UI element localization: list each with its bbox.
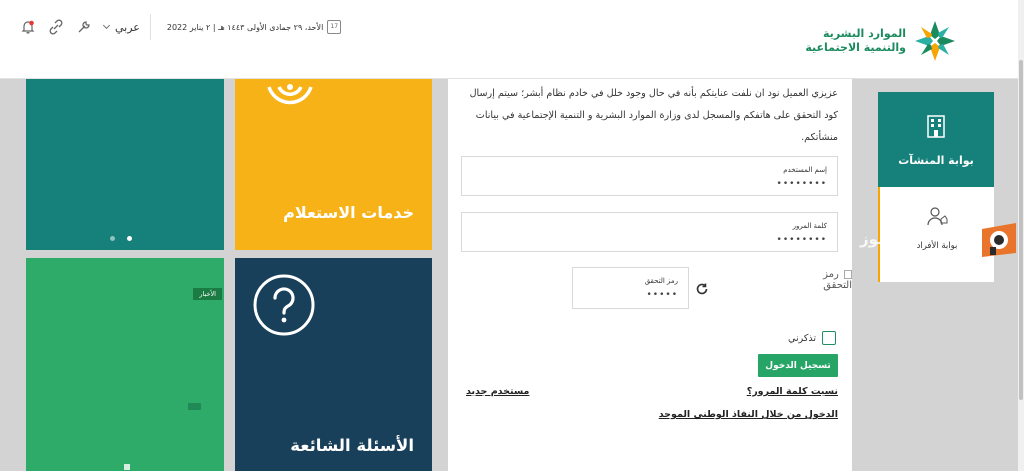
forgot-password-link[interactable]: نسيت كلمة المرور؟ (747, 386, 838, 397)
ministry-name-line1: الموارد البشرية (823, 27, 906, 40)
slider-dot-active[interactable] (127, 236, 132, 241)
remember-me[interactable]: تذكرني (788, 331, 836, 345)
inquiry-services-tile[interactable]: خدمات الاستعلام (235, 79, 432, 250)
notice-text: عزيزي العميل نود ان نلفت عنايتكم بأنه في… (469, 88, 838, 143)
username-field[interactable]: إسم المستخدم •••••••• (461, 156, 838, 196)
broadcast-icon (267, 84, 313, 105)
national-access-link[interactable]: الدخول من خلال النفاذ الوطني الموحد (659, 409, 838, 420)
building-icon (927, 115, 945, 138)
ministry-logo[interactable]: الموارد البشرية والتنمية الاجتماعية (805, 18, 958, 64)
chevron-down-icon (102, 21, 111, 30)
password-label: كلمة المرور (792, 222, 827, 230)
faq-tile[interactable]: الأسئلة الشائعة (235, 258, 432, 471)
news-indicator (188, 403, 201, 410)
sidebar-item-label: بوابة الأفراد (916, 241, 958, 251)
page-scrollbar[interactable] (1018, 0, 1024, 471)
ministry-logo-mark (912, 18, 958, 64)
news-tile[interactable]: الأخبار (26, 258, 224, 471)
tools-icon[interactable] (76, 19, 92, 35)
login-panel: عزيزي العميل نود ان نلفت عنايتكم بأنه في… (448, 79, 852, 471)
password-value: •••••••• (776, 235, 827, 245)
broken-image-icon (844, 269, 852, 279)
refresh-icon[interactable] (695, 281, 709, 295)
news-badge: الأخبار (193, 288, 222, 300)
scrollbar-thumb[interactable] (1019, 60, 1023, 400)
watermark-logo (978, 219, 1020, 261)
new-user-link[interactable]: مستخدم جديد (466, 386, 529, 397)
sidebar-item-establishments[interactable]: بوابة المنشآت (878, 92, 994, 187)
captcha-field[interactable]: رمز التحقق ••••• (572, 267, 689, 309)
notification-bell-icon[interactable] (20, 19, 36, 35)
watermark-text: موز (860, 230, 888, 248)
language-selector[interactable]: عربي (102, 20, 140, 34)
news-shape (124, 464, 130, 470)
ministry-name: الموارد البشرية والتنمية الاجتماعية (805, 27, 906, 55)
captcha-image: رمز التحقق (818, 269, 852, 291)
slider-dot[interactable] (110, 236, 115, 241)
top-header: الموارد البشرية والتنمية الاجتماعية 17 ا… (0, 0, 1018, 79)
username-label: إسم المستخدم (783, 166, 827, 174)
header-utilities: 17 الأحد، ٢٩ جمادى الأولى ١٤٤٣ هـ | ٢ ين… (20, 14, 342, 40)
remember-checkbox[interactable] (822, 331, 836, 345)
date-text: الأحد، ٢٩ جمادى الأولى ١٤٤٣ هـ | ٢ يناير… (166, 22, 324, 32)
portal-sidebar: بوابة المنشآت بوابة الأفراد (878, 92, 994, 282)
divider (149, 14, 151, 40)
question-icon (253, 274, 315, 336)
username-value: •••••••• (776, 179, 827, 189)
faq-title: الأسئلة الشائعة (290, 436, 414, 455)
person-icon (927, 207, 948, 226)
slider-tile[interactable] (26, 79, 224, 250)
captcha-label: رمز التحقق (644, 277, 678, 285)
ministry-name-line2: والتنمية الاجتماعية (805, 41, 906, 54)
date-display: 17 الأحد، ٢٩ جمادى الأولى ١٤٤٣ هـ | ٢ ين… (166, 20, 342, 34)
link-icon[interactable] (48, 19, 64, 35)
sidebar-item-label: بوابة المنشآت (898, 154, 974, 167)
password-field[interactable]: كلمة المرور •••••••• (461, 212, 838, 252)
slider-dots (110, 236, 132, 241)
captcha-value: ••••• (646, 290, 678, 300)
language-label: عربي (115, 20, 140, 34)
inquiry-services-title: خدمات الاستعلام (283, 203, 414, 222)
calendar-icon: 17 (327, 20, 342, 34)
remember-label: تذكرني (788, 332, 816, 344)
login-button[interactable]: تسجيل الدخول (758, 354, 838, 377)
sidebar-item-individuals[interactable]: بوابة الأفراد (878, 187, 994, 282)
